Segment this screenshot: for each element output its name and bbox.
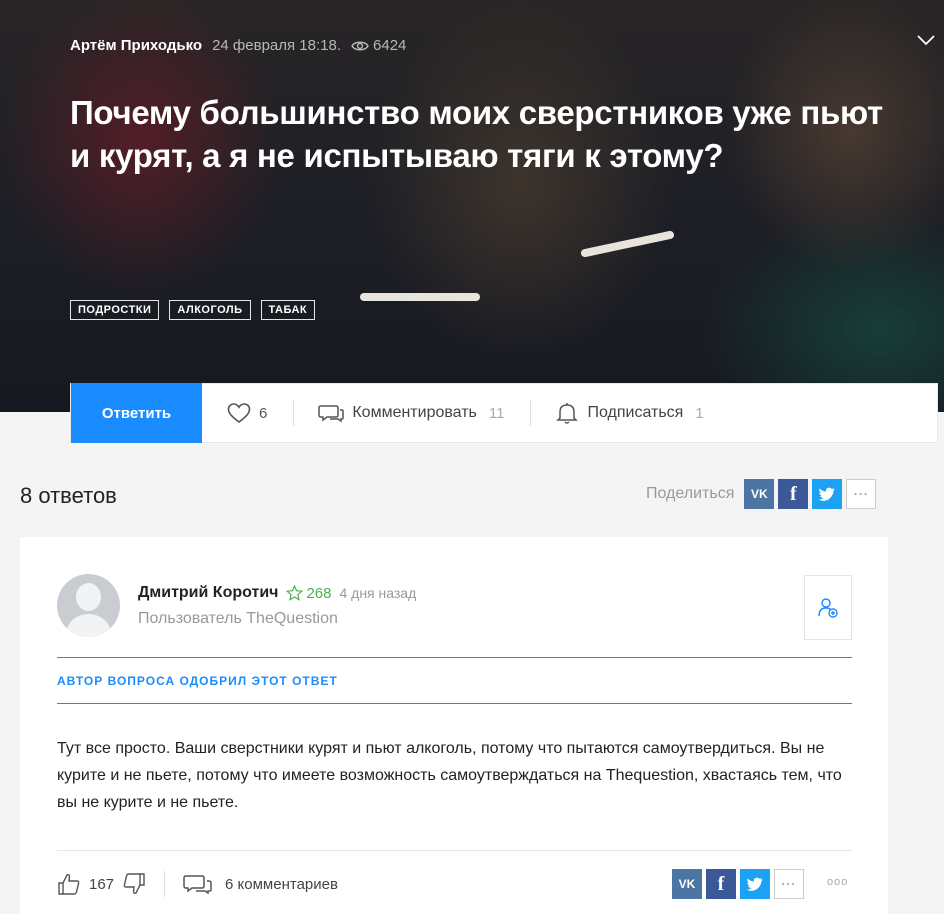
vk-share-button[interactable]: VK [744, 479, 775, 509]
twitter-icon [746, 877, 763, 891]
add-user-icon [816, 596, 840, 620]
comment-icon [318, 403, 345, 423]
divider [293, 400, 295, 426]
heart-icon [227, 402, 251, 424]
answer-time: 4 дня назад [339, 585, 417, 601]
like-button[interactable]: 6 [227, 402, 268, 424]
more-share-button[interactable]: ··· [774, 869, 804, 899]
answer-comments-button[interactable]: 6 комментариев [183, 873, 338, 895]
rating-value: 268 [306, 584, 332, 602]
answer-card: Дмитрий Коротич 268 4 дня назад Пользова… [20, 537, 888, 914]
tag-list: ПОДРОСТКИ АЛКОГОЛЬ ТАБАК [70, 300, 316, 320]
answer-author-role: Пользователь TheQuestion [138, 610, 338, 627]
divider [164, 871, 166, 897]
question-date: 24 февраля 18:18. [212, 37, 342, 54]
star-icon [286, 585, 304, 601]
question-title: Почему большинство моих сверстников уже … [70, 94, 883, 174]
comments-label: 6 комментариев [225, 875, 338, 893]
tag[interactable]: АЛКОГОЛЬ [169, 300, 251, 320]
question-hero: Артём Приходько 24 февраля 18:18. 6424 П… [0, 0, 944, 412]
answer-text: Тут все просто. Ваши сверстники курят и … [57, 740, 842, 811]
vote-group: 167 [57, 872, 146, 896]
author-rating: 268 [286, 585, 331, 602]
answer-options-button[interactable]: ooo [827, 876, 848, 888]
answer-share-bar: VK f ··· [672, 869, 804, 899]
answer-author-name[interactable]: Дмитрий Коротич [138, 584, 278, 602]
comment-count: 11 [488, 404, 505, 422]
share-bar: Поделиться VK f ··· [646, 479, 877, 509]
question-meta: Артём Приходько 24 февраля 18:18. 6424 [70, 37, 406, 54]
more-share-button[interactable]: ··· [846, 479, 877, 509]
comment-button[interactable]: Комментировать 11 [318, 403, 504, 423]
follow-author-button[interactable] [804, 575, 852, 640]
facebook-share-button[interactable]: f [706, 869, 736, 899]
share-label: Поделиться [646, 485, 735, 502]
answer-author-row: Дмитрий Коротич 268 4 дня назад [138, 584, 416, 602]
vk-share-button[interactable]: VK [672, 869, 702, 899]
divider [57, 850, 852, 851]
upvote-count: 167 [89, 875, 115, 893]
answers-count: 8 ответов [20, 483, 117, 508]
thumbs-down-icon[interactable] [122, 872, 146, 896]
question-views: 6424 [351, 37, 406, 54]
avatar[interactable] [57, 574, 120, 637]
eye-icon [351, 40, 369, 52]
question-author[interactable]: Артём Приходько [70, 37, 202, 54]
answer-footer: 167 6 комментариев VK f ··· ooo [57, 867, 852, 901]
chevron-down-icon[interactable] [916, 34, 936, 46]
twitter-share-button[interactable] [740, 869, 770, 899]
tag[interactable]: ПОДРОСТКИ [70, 300, 160, 320]
subscribe-label: Подписаться [587, 404, 684, 421]
thumbs-up-icon[interactable] [57, 872, 81, 896]
divider [530, 400, 532, 426]
question-action-bar: Ответить 6 Комментировать 11 Подписаться… [70, 383, 938, 443]
bell-icon [555, 401, 579, 425]
facebook-share-button[interactable]: f [778, 479, 809, 509]
twitter-share-button[interactable] [812, 479, 843, 509]
views-count: 6424 [373, 37, 407, 54]
twitter-icon [818, 487, 836, 501]
comment-label: Комментировать [352, 404, 477, 421]
subscribe-count: 1 [695, 404, 704, 422]
comment-icon [183, 873, 213, 895]
reply-button[interactable]: Ответить [71, 383, 202, 443]
approved-banner: АВТОР ВОПРОСА ОДОБРИЛ ЭТОТ ОТВЕТ [57, 657, 852, 704]
subscribe-button[interactable]: Подписаться 1 [555, 401, 704, 425]
tag[interactable]: ТАБАК [260, 300, 316, 320]
likes-count: 6 [259, 404, 268, 422]
